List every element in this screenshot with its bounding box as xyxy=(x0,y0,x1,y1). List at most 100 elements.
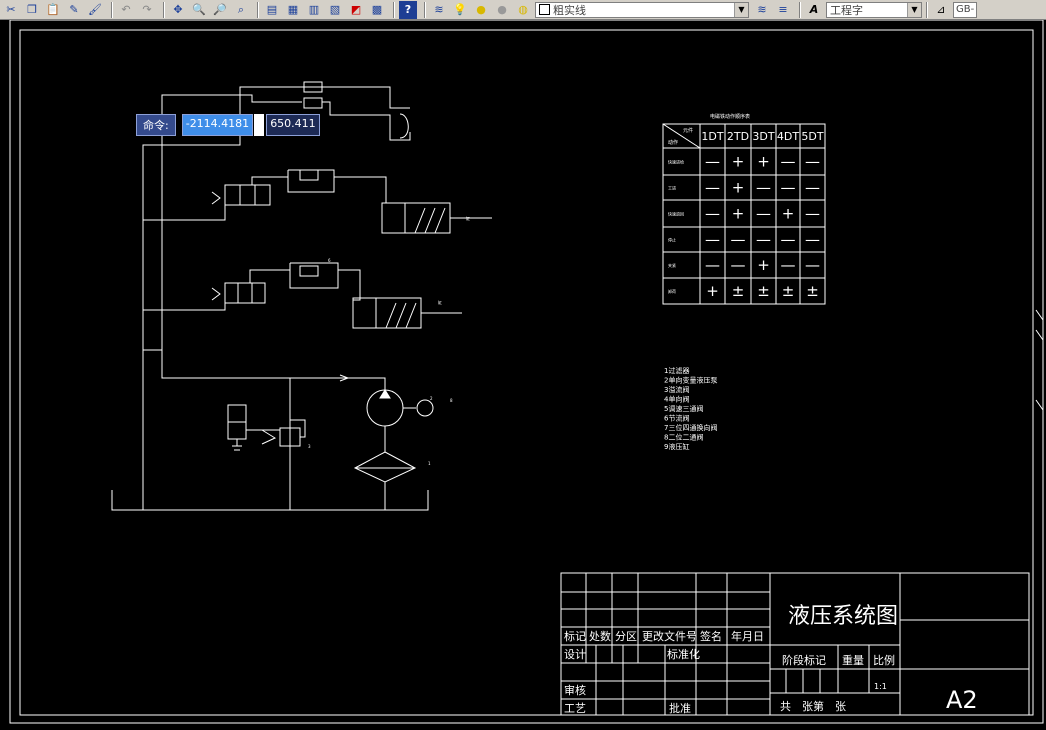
zoom-window-icon[interactable]: 🔎 xyxy=(211,1,229,19)
right-edge-markers xyxy=(1035,309,1044,411)
make-current-layer-icon[interactable]: ≋ xyxy=(753,1,771,19)
component-list-item: 9液压缸 xyxy=(664,442,689,451)
y-coordinate-input[interactable]: 650.411 xyxy=(266,114,320,136)
component-list-item: 2单向变量液压泵 xyxy=(664,376,717,385)
pressure-line xyxy=(161,94,302,378)
oil-tank xyxy=(111,490,429,511)
component-list-item: 6节流阀 xyxy=(664,414,689,423)
table-row-label: 快速进给 xyxy=(668,159,684,165)
motor-symbol xyxy=(399,113,409,139)
component-list-item: 3溢流阀 xyxy=(664,385,689,394)
layer-manager-icon[interactable]: ≋ xyxy=(430,1,448,19)
throttle-number: 6 xyxy=(328,258,331,263)
table-cell: ± xyxy=(806,282,819,300)
tb-design: 设计 xyxy=(564,648,586,661)
table-cell: — xyxy=(805,256,820,274)
tb-weight: 重量 xyxy=(842,653,864,667)
dimension-style-dropdown[interactable]: GB- xyxy=(953,1,977,18)
match-properties-icon[interactable]: ✎ xyxy=(65,1,83,19)
table-cell: — xyxy=(781,231,796,249)
help-icon[interactable]: ? xyxy=(399,0,417,19)
dimension-style-icon[interactable]: ⊿ xyxy=(932,1,950,19)
standard-toolbar: ✂ ❐ 📋 ✎ 🖌 ↶ ↷ ✥ 🔍 🔎 ⌕ ▤ ▦ ▥ ▧ ◩ ▩ ? ≋ 💡 … xyxy=(0,0,1046,20)
electric-motor xyxy=(416,399,434,417)
table-col-header: 1DT xyxy=(701,130,723,143)
layer-previous-icon[interactable]: ≡ xyxy=(774,1,792,19)
layer-color-icon[interactable]: ◍ xyxy=(514,1,532,19)
chevron-down-icon[interactable]: ▼ xyxy=(734,2,748,17)
brush-icon[interactable]: 🖌 xyxy=(86,1,104,19)
undo-icon[interactable]: ↶ xyxy=(117,1,135,19)
cylinder-1-piston xyxy=(382,203,492,234)
markup-icon[interactable]: ◩ xyxy=(347,1,365,19)
text-style-icon[interactable]: A xyxy=(805,1,823,19)
valve-2-outline xyxy=(249,262,361,301)
throttle-valve-1 xyxy=(299,169,319,181)
layer-on-icon[interactable]: 💡 xyxy=(451,1,469,19)
table-cell: — xyxy=(805,179,820,197)
calculator-icon[interactable]: ▩ xyxy=(368,1,386,19)
toolbar-separator xyxy=(424,1,426,18)
copy-icon[interactable]: ❐ xyxy=(23,1,41,19)
toolbar-separator xyxy=(393,1,395,18)
table-cell: — xyxy=(756,205,771,223)
table-cell: — xyxy=(781,256,796,274)
design-center-icon[interactable]: ▦ xyxy=(284,1,302,19)
table-cell: + xyxy=(757,153,770,171)
toolbar-separator xyxy=(799,1,801,18)
table-row-label: 停止 xyxy=(668,237,676,243)
toolbar-separator xyxy=(926,1,928,18)
cylinder-1-label: 缸 xyxy=(466,215,470,221)
redo-icon[interactable]: ↷ xyxy=(138,1,156,19)
layer-lock-icon[interactable]: ● xyxy=(493,1,511,19)
chevron-down-icon[interactable]: ▼ xyxy=(907,2,921,17)
tb-approve: 批准 xyxy=(669,701,691,715)
tb-header: 处数 xyxy=(589,630,611,643)
table-row-label: 快速退回 xyxy=(668,211,684,217)
table-cell: — xyxy=(731,231,746,249)
component-list-item: 8二位二通阀 xyxy=(664,433,703,442)
tb-sheets: 共 张第 张 xyxy=(780,699,846,713)
branch-1 xyxy=(161,172,226,221)
table-cell: — xyxy=(705,256,720,274)
table-row-label: 卸荷 xyxy=(668,288,676,294)
table-cell: ± xyxy=(757,282,770,300)
cylinder-2-label: 缸 xyxy=(438,299,442,305)
table-cell: — xyxy=(705,205,720,223)
table-cell: + xyxy=(732,153,745,171)
sheet-set-icon[interactable]: ▧ xyxy=(326,1,344,19)
table-cell: + xyxy=(782,205,795,223)
table-cell: + xyxy=(706,282,719,300)
directional-valve-1 xyxy=(224,184,271,206)
pan-icon[interactable]: ✥ xyxy=(169,1,187,19)
x-coordinate-input[interactable]: -2114.4181 xyxy=(181,114,254,136)
valve-1-outline xyxy=(251,169,387,204)
throttle-valve-2 xyxy=(299,265,319,277)
cut-icon[interactable]: ✂ xyxy=(2,1,20,19)
table-corner-top: 元件 xyxy=(683,127,693,134)
paste-icon[interactable]: 📋 xyxy=(44,1,62,19)
table-cell: — xyxy=(805,153,820,171)
tool-palettes-icon[interactable]: ▥ xyxy=(305,1,323,19)
return-2 xyxy=(143,309,225,351)
directional-valve-2 xyxy=(224,282,266,304)
component-list-item: 7三位四通换向阀 xyxy=(664,423,717,432)
zoom-realtime-icon[interactable]: 🔍 xyxy=(190,1,208,19)
layer-freeze-icon[interactable]: ● xyxy=(472,1,490,19)
table-corner-bottom: 动作 xyxy=(668,139,678,146)
properties-icon[interactable]: ▤ xyxy=(263,1,281,19)
cylinder-line-top xyxy=(322,86,411,141)
tb-header: 年月日 xyxy=(731,629,764,643)
zoom-previous-icon[interactable]: ⌕ xyxy=(232,1,250,19)
valve-number: 3 xyxy=(308,444,311,449)
component-list: 1过滤器2单向变量液压泵3溢流阀4单向阀5调速三通阀6节流阀7三位四通换向阀8二… xyxy=(664,366,717,451)
table-cell: — xyxy=(705,153,720,171)
tb-header: 更改文件号 xyxy=(642,629,697,643)
layer-color-swatch xyxy=(539,4,550,15)
table-cell: — xyxy=(756,231,771,249)
table-row-label: 夹紧 xyxy=(668,262,676,268)
layer-dropdown[interactable]: 粗实线 ▼ xyxy=(535,1,749,18)
tb-process: 工艺 xyxy=(564,702,586,715)
table-cell: — xyxy=(805,205,820,223)
text-style-dropdown[interactable]: 工程字 ▼ xyxy=(826,1,922,18)
